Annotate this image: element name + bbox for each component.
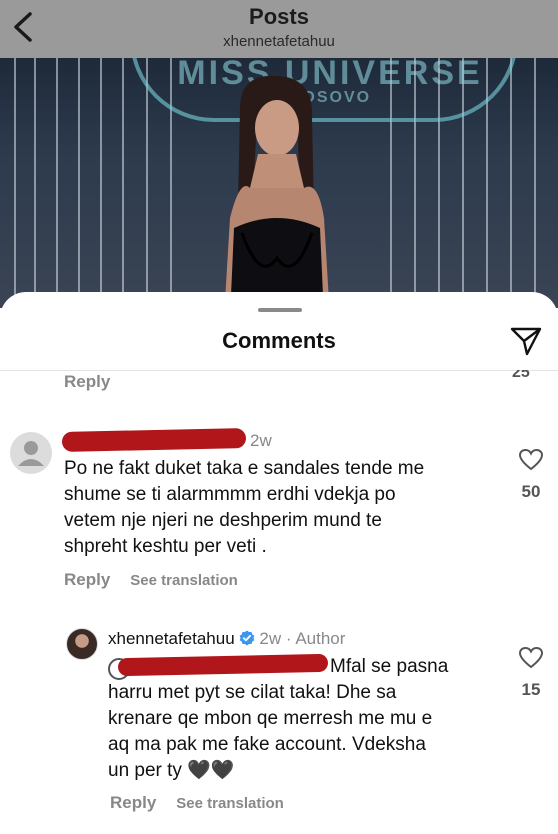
- author-label: Author: [295, 629, 346, 648]
- reply-actions: Reply See translation: [110, 793, 284, 813]
- top-bar: Posts xhennetafetahuu: [0, 0, 558, 58]
- verified-badge-icon: [239, 630, 254, 646]
- author-username[interactable]: xhennetafetahuu: [108, 629, 235, 648]
- comment-time: 2w: [250, 431, 272, 450]
- comments-sheet: Comments Reply 25 2w Po ne fakt duket ta…: [0, 292, 558, 834]
- heart-icon[interactable]: [518, 646, 544, 670]
- heart-icon[interactable]: [518, 448, 544, 472]
- see-translation-link[interactable]: See translation: [176, 795, 284, 812]
- page-title: Posts: [249, 4, 309, 29]
- like-count: 50: [521, 482, 541, 501]
- like-count: 15: [521, 680, 541, 699]
- comment-actions: Reply See translation: [64, 570, 238, 590]
- author-avatar[interactable]: [66, 628, 98, 660]
- see-translation-link[interactable]: See translation: [130, 572, 238, 589]
- reply-header: xhennetafetahuu 2w · Author: [108, 629, 346, 648]
- reply-text: Mfal se pasna harru met pyt se cilat tak…: [108, 656, 449, 781]
- comment-text: Po ne fakt duket taka e sandales tende m…: [64, 458, 425, 557]
- sheet-title: Comments: [222, 328, 336, 353]
- redacted-username: [61, 428, 247, 452]
- post-username[interactable]: xhennetafetahuu: [0, 33, 558, 50]
- drag-handle[interactable]: [258, 308, 302, 312]
- share-send-icon[interactable]: [510, 326, 542, 356]
- reply-button[interactable]: Reply: [64, 570, 110, 589]
- previous-like-count: 25: [512, 364, 530, 381]
- header-divider: [0, 370, 558, 371]
- reply-button[interactable]: Reply: [110, 793, 156, 812]
- post-image[interactable]: MISS UNIVERSE KOSOVO: [0, 58, 558, 308]
- reply-time: 2w: [259, 629, 282, 648]
- avatar[interactable]: [10, 432, 52, 474]
- default-avatar-icon: [18, 441, 44, 466]
- previous-reply-button[interactable]: Reply: [64, 372, 110, 392]
- person-figure: [224, 75, 330, 308]
